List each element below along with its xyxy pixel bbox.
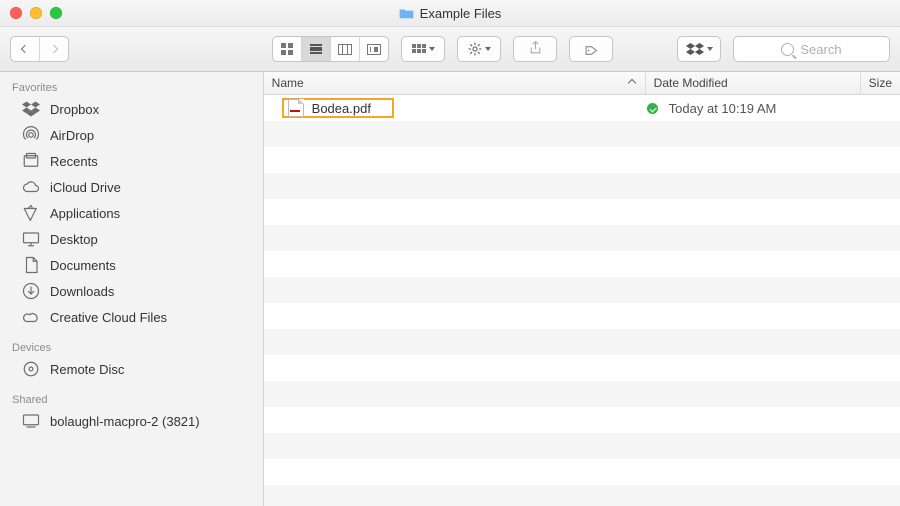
table-row — [264, 147, 900, 173]
sidebar: Favorites Dropbox AirDrop Recents iCloud Dri… — [0, 72, 264, 506]
file-date: Today at 10:19 AM — [661, 101, 865, 116]
tag-icon — [585, 44, 598, 55]
share-icon — [529, 41, 542, 57]
pdf-file-icon — [288, 99, 304, 117]
sidebar-item-recents[interactable]: Recents — [0, 148, 263, 174]
sort-ascending-icon — [627, 79, 635, 87]
disc-icon — [22, 360, 40, 378]
close-window-button[interactable] — [10, 7, 22, 19]
search-icon — [781, 43, 794, 56]
sidebar-item-label: Remote Disc — [50, 362, 124, 377]
icon-view-button[interactable] — [273, 37, 302, 61]
sidebar-item-documents[interactable]: Documents — [0, 252, 263, 278]
table-row — [264, 459, 900, 485]
recents-icon — [22, 152, 40, 170]
dropbox-icon — [22, 100, 40, 118]
sidebar-item-dropbox[interactable]: Dropbox — [0, 96, 263, 122]
gallery-view-button[interactable] — [360, 37, 388, 61]
table-row — [264, 251, 900, 277]
table-row — [264, 355, 900, 381]
sidebar-item-label: Applications — [50, 206, 120, 221]
sidebar-item-desktop[interactable]: Desktop — [0, 226, 263, 252]
chevron-down-icon — [485, 47, 491, 51]
gear-icon — [468, 42, 482, 56]
sidebar-section-header: Shared — [0, 390, 263, 408]
apps-icon — [22, 204, 40, 222]
sidebar-item-icloud-drive[interactable]: iCloud Drive — [0, 174, 263, 200]
titlebar: Example Files — [0, 0, 900, 27]
action-menu-button[interactable] — [457, 36, 501, 62]
table-row — [264, 303, 900, 329]
share-button[interactable] — [513, 36, 557, 62]
table-row — [264, 199, 900, 225]
window-controls — [10, 7, 62, 19]
dropbox-icon — [686, 42, 704, 56]
table-row[interactable]: Bodea.pdf Today at 10:19 AM — [264, 95, 900, 121]
toolbar: Search — [0, 27, 900, 72]
dropbox-menu-button[interactable] — [677, 36, 721, 62]
sidebar-section-header: Favorites — [0, 78, 263, 96]
tags-button[interactable] — [569, 36, 613, 62]
creative-cloud-icon — [22, 308, 40, 326]
search-box[interactable]: Search — [733, 36, 890, 62]
content-pane: Name Date Modified Size Bodea.pdf Today a… — [264, 72, 900, 506]
desktop-icon — [22, 230, 40, 248]
downloads-icon — [22, 282, 40, 300]
sidebar-item-label: Downloads — [50, 284, 114, 299]
window-title: Example Files — [420, 6, 502, 21]
nav-buttons — [10, 36, 69, 62]
table-row — [264, 277, 900, 303]
column-view-button[interactable] — [331, 37, 360, 61]
column-header-date[interactable]: Date Modified — [646, 72, 861, 94]
column-header-name[interactable]: Name — [264, 72, 646, 94]
table-row — [264, 381, 900, 407]
group-by-button[interactable] — [401, 36, 445, 62]
file-list: Bodea.pdf Today at 10:19 AM — [264, 95, 900, 506]
table-row — [264, 121, 900, 147]
sidebar-item-label: Documents — [50, 258, 116, 273]
sidebar-item-label: Dropbox — [50, 102, 99, 117]
sidebar-item-label: Recents — [50, 154, 98, 169]
table-row — [264, 433, 900, 459]
view-mode-buttons — [272, 36, 389, 62]
sidebar-item-remote-disc[interactable]: Remote Disc — [0, 356, 263, 382]
chevron-down-icon — [429, 47, 435, 51]
sidebar-item-label: AirDrop — [50, 128, 94, 143]
list-view-button[interactable] — [302, 37, 331, 61]
minimize-window-button[interactable] — [30, 7, 42, 19]
synced-icon — [647, 103, 658, 114]
forward-button[interactable] — [40, 37, 68, 61]
computer-icon — [22, 412, 40, 430]
cloud-icon — [22, 178, 40, 196]
sidebar-item-applications[interactable]: Applications — [0, 200, 263, 226]
documents-icon — [22, 256, 40, 274]
file-name: Bodea.pdf — [312, 101, 371, 116]
table-row — [264, 407, 900, 433]
sidebar-section-header: Devices — [0, 338, 263, 356]
column-headers: Name Date Modified Size — [264, 72, 900, 95]
sidebar-item-downloads[interactable]: Downloads — [0, 278, 263, 304]
sidebar-item-label: Desktop — [50, 232, 98, 247]
column-header-size[interactable]: Size — [861, 72, 900, 94]
sidebar-item-airdrop[interactable]: AirDrop — [0, 122, 263, 148]
search-placeholder: Search — [800, 42, 841, 57]
folder-icon — [399, 7, 414, 19]
table-row — [264, 225, 900, 251]
chevron-down-icon — [707, 47, 713, 51]
back-button[interactable] — [11, 37, 40, 61]
sidebar-item-bolaughl-macpro-2-3821-[interactable]: bolaughl-macpro-2 (3821) — [0, 408, 263, 434]
sidebar-item-label: Creative Cloud Files — [50, 310, 167, 325]
table-row — [264, 329, 900, 355]
table-row — [264, 173, 900, 199]
sidebar-item-label: bolaughl-macpro-2 (3821) — [50, 414, 200, 429]
sidebar-item-creative-cloud-files[interactable]: Creative Cloud Files — [0, 304, 263, 330]
zoom-window-button[interactable] — [50, 7, 62, 19]
airdrop-icon — [22, 126, 40, 144]
table-row — [264, 485, 900, 506]
sidebar-item-label: iCloud Drive — [50, 180, 121, 195]
